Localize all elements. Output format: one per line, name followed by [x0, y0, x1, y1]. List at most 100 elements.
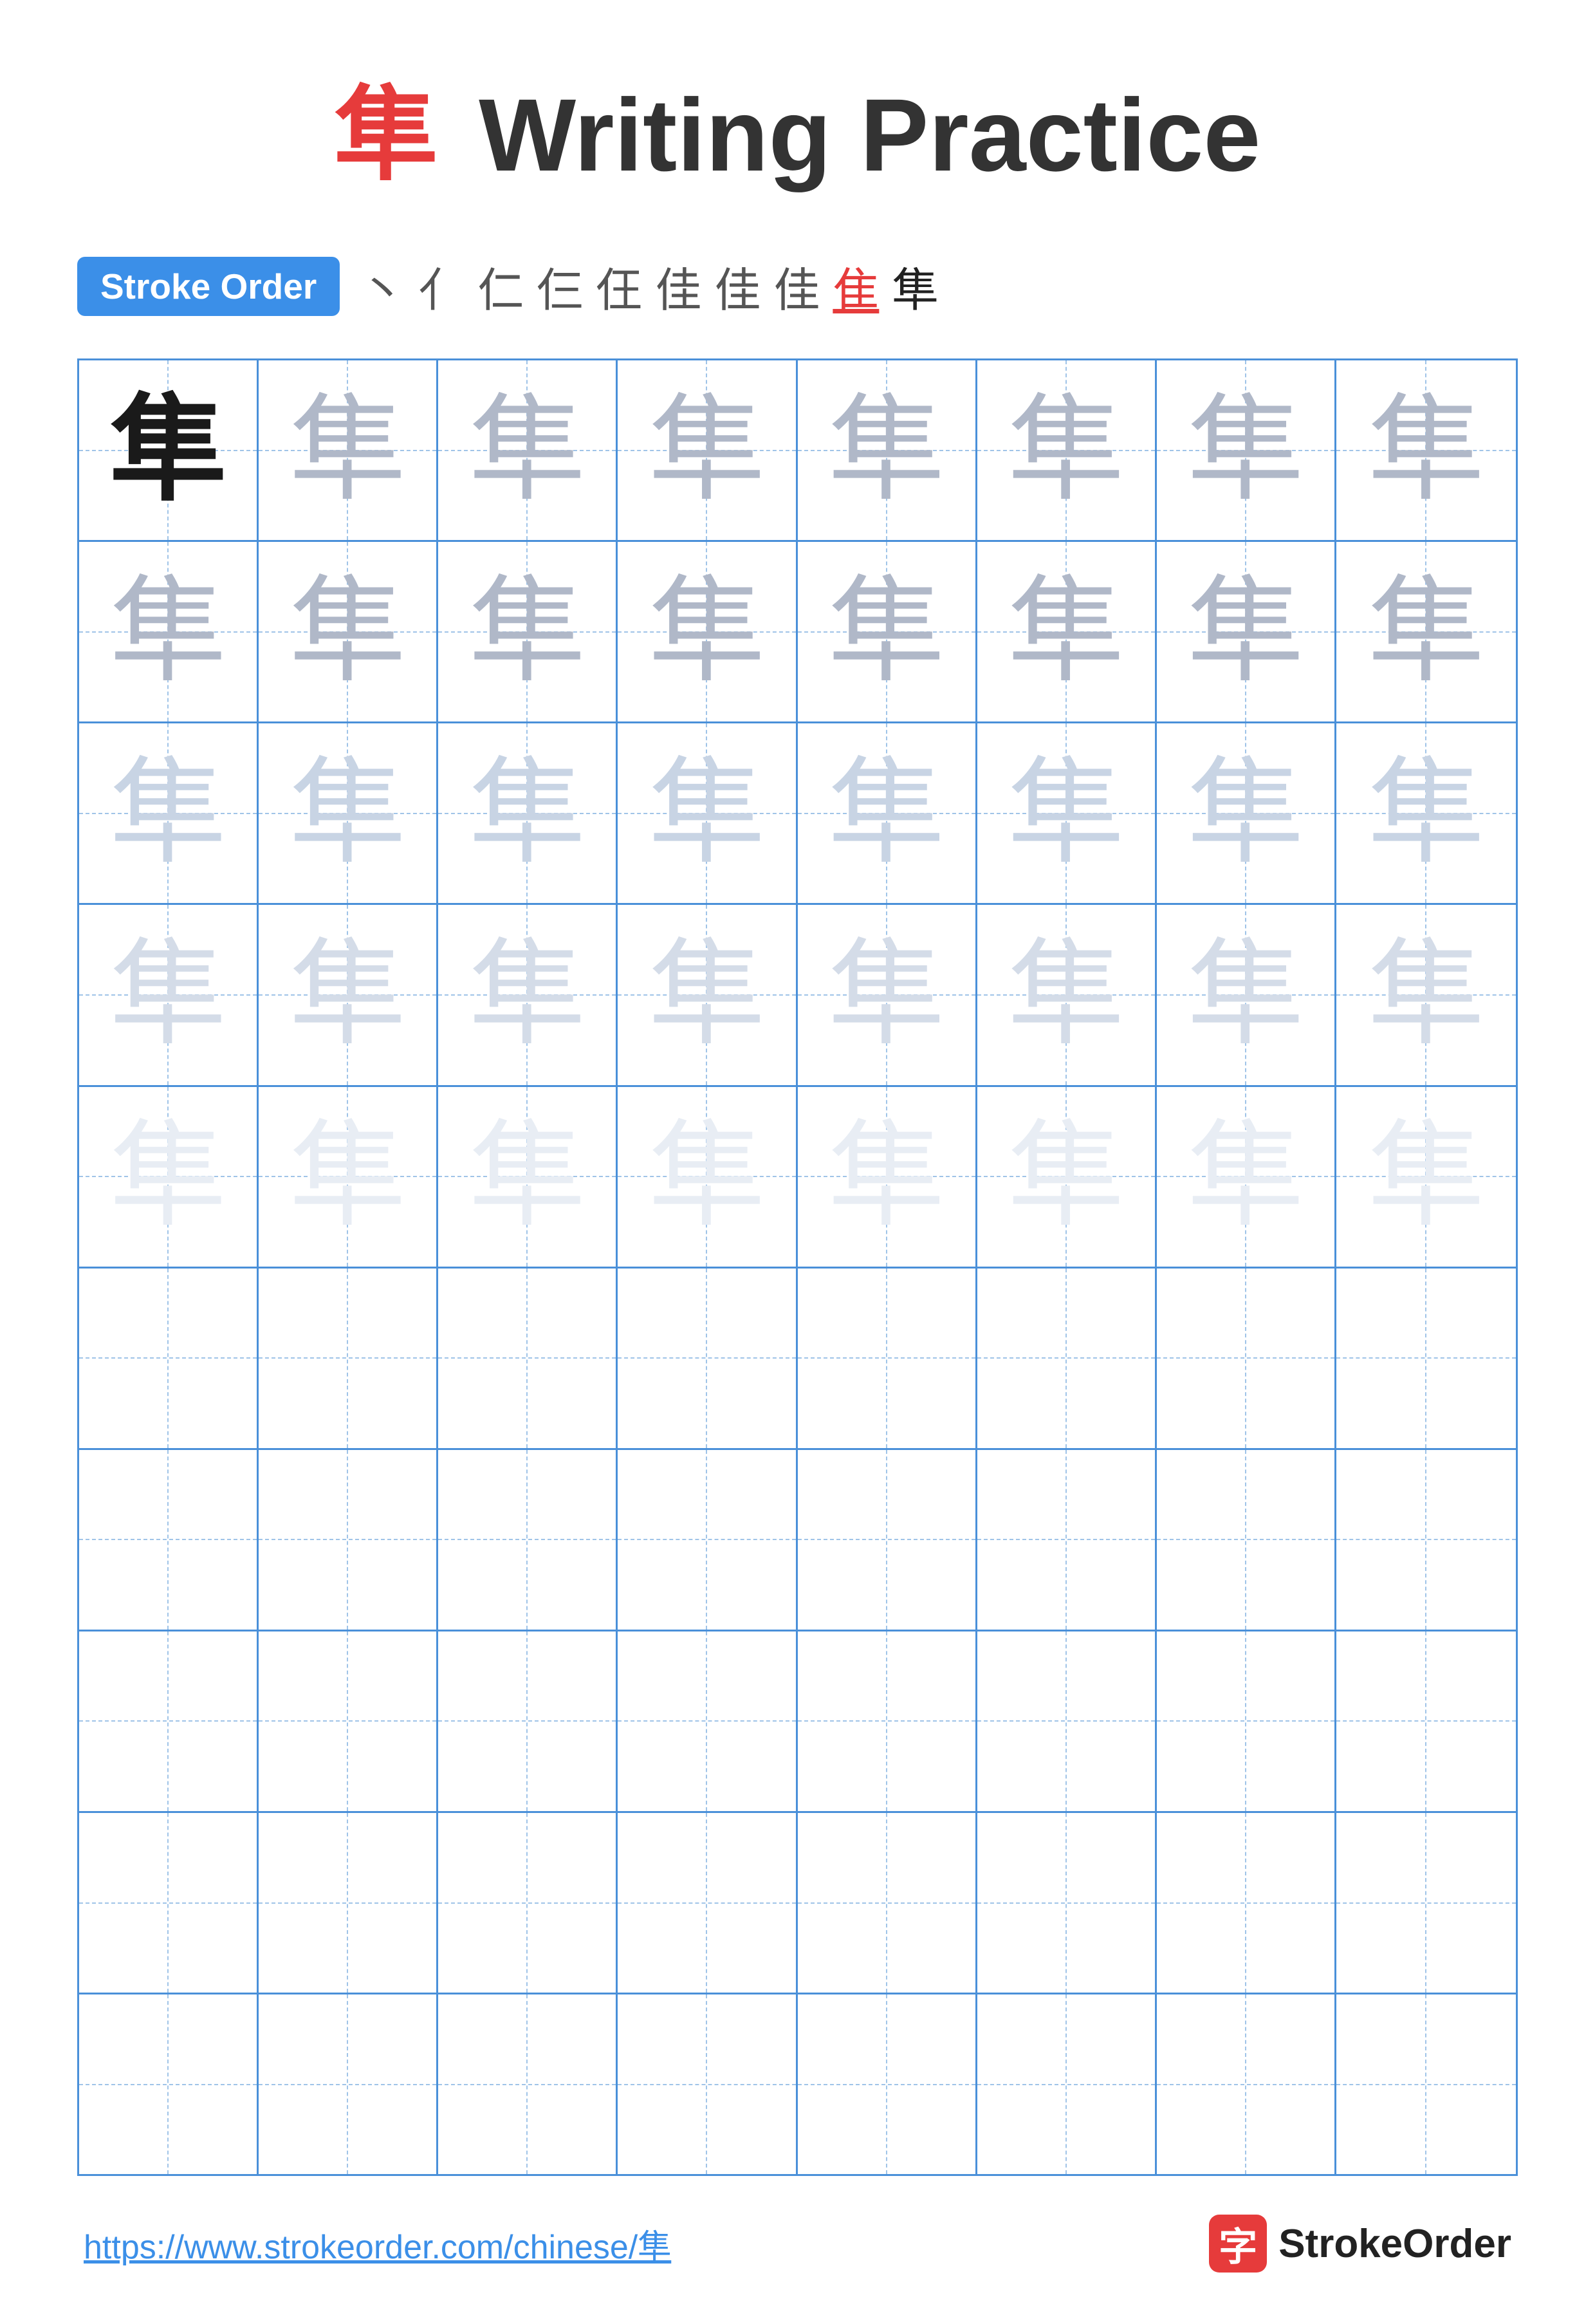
grid-cell-0-6[interactable]: 隼: [1157, 360, 1336, 540]
grid-cell-5-3[interactable]: [618, 1269, 797, 1448]
grid-cell-6-1[interactable]: [259, 1450, 438, 1630]
grid-cell-4-7[interactable]: 隼: [1336, 1087, 1516, 1267]
grid-cell-1-3[interactable]: 隼: [618, 542, 797, 721]
char-medium: 隼: [649, 574, 764, 690]
grid-cell-9-1[interactable]: [259, 1994, 438, 2174]
grid-cell-3-7[interactable]: 隼: [1336, 905, 1516, 1084]
grid-cell-0-3[interactable]: 隼: [618, 360, 797, 540]
grid-cell-0-7[interactable]: 隼: [1336, 360, 1516, 540]
grid-cell-6-2[interactable]: [438, 1450, 618, 1630]
grid-cell-5-6[interactable]: [1157, 1269, 1336, 1448]
grid-cell-8-1[interactable]: [259, 1813, 438, 1993]
char-light: 隼: [1368, 937, 1484, 1053]
char-medium-light: 隼: [1188, 756, 1304, 871]
grid-cell-5-7[interactable]: [1336, 1269, 1516, 1448]
grid-cell-7-3[interactable]: [618, 1631, 797, 1811]
grid-cell-6-6[interactable]: [1157, 1450, 1336, 1630]
grid-cell-1-1[interactable]: 隼: [259, 542, 438, 721]
grid-cell-7-0[interactable]: [79, 1631, 259, 1811]
stroke-6: 佳: [655, 252, 701, 320]
grid-cell-5-1[interactable]: [259, 1269, 438, 1448]
grid-cell-2-1[interactable]: 隼: [259, 723, 438, 903]
stroke-order-row: Stroke Order 丶 亻 仁 仨 仼 佳 佳 佳 隹 隼: [77, 252, 1518, 320]
grid-cell-8-3[interactable]: [618, 1813, 797, 1993]
grid-cell-0-4[interactable]: 隼: [798, 360, 977, 540]
grid-cell-1-4[interactable]: 隼: [798, 542, 977, 721]
grid-cell-1-0[interactable]: 隼: [79, 542, 259, 721]
grid-cell-5-4[interactable]: [798, 1269, 977, 1448]
grid-cell-6-0[interactable]: [79, 1450, 259, 1630]
grid-cell-4-1[interactable]: 隼: [259, 1087, 438, 1267]
grid-cell-2-3[interactable]: 隼: [618, 723, 797, 903]
logo-text: StrokeOrder: [1278, 2221, 1511, 2267]
grid-cell-2-6[interactable]: 隼: [1157, 723, 1336, 903]
grid-cell-4-4[interactable]: 隼: [798, 1087, 977, 1267]
grid-cell-6-5[interactable]: [977, 1450, 1157, 1630]
grid-cell-3-0[interactable]: 隼: [79, 905, 259, 1084]
grid-cell-5-5[interactable]: [977, 1269, 1157, 1448]
stroke-3: 仁: [477, 252, 524, 320]
grid-cell-8-6[interactable]: [1157, 1813, 1336, 1993]
grid-cell-7-6[interactable]: [1157, 1631, 1336, 1811]
stroke-7: 佳: [714, 252, 761, 320]
char-medium-light: 隼: [1008, 756, 1124, 871]
char-vlight: 隼: [1008, 1119, 1124, 1234]
grid-cell-0-2[interactable]: 隼: [438, 360, 618, 540]
grid-cell-2-7[interactable]: 隼: [1336, 723, 1516, 903]
grid-cell-9-7[interactable]: [1336, 1994, 1516, 2174]
grid-cell-2-5[interactable]: 隼: [977, 723, 1157, 903]
grid-cell-4-3[interactable]: 隼: [618, 1087, 797, 1267]
grid-cell-9-0[interactable]: [79, 1994, 259, 2174]
grid-cell-4-6[interactable]: 隼: [1157, 1087, 1336, 1267]
grid-cell-9-5[interactable]: [977, 1994, 1157, 2174]
char-medium: 隼: [1188, 574, 1304, 690]
char-medium: 隼: [1368, 574, 1484, 690]
grid-cell-6-3[interactable]: [618, 1450, 797, 1630]
grid-cell-8-2[interactable]: [438, 1813, 618, 1993]
grid-cell-7-1[interactable]: [259, 1631, 438, 1811]
grid-cell-1-5[interactable]: 隼: [977, 542, 1157, 721]
grid-row-9: [79, 1994, 1516, 2174]
grid-cell-7-2[interactable]: [438, 1631, 618, 1811]
grid-cell-9-2[interactable]: [438, 1994, 618, 2174]
grid-cell-1-7[interactable]: 隼: [1336, 542, 1516, 721]
grid-cell-0-1[interactable]: 隼: [259, 360, 438, 540]
grid-cell-8-7[interactable]: [1336, 1813, 1516, 1993]
grid-cell-5-0[interactable]: [79, 1269, 259, 1448]
grid-cell-7-5[interactable]: [977, 1631, 1157, 1811]
grid-cell-6-4[interactable]: [798, 1450, 977, 1630]
grid-cell-9-4[interactable]: [798, 1994, 977, 2174]
grid-cell-8-5[interactable]: [977, 1813, 1157, 1993]
grid-cell-4-2[interactable]: 隼: [438, 1087, 618, 1267]
char-medium: 隼: [829, 574, 945, 690]
char-medium: 隼: [829, 393, 945, 508]
title-text: Writing Practice: [450, 77, 1261, 192]
grid-cell-3-4[interactable]: 隼: [798, 905, 977, 1084]
grid-cell-2-4[interactable]: 隼: [798, 723, 977, 903]
grid-row-1: 隼 隼 隼 隼 隼 隼 隼 隼: [79, 542, 1516, 723]
grid-cell-7-7[interactable]: [1336, 1631, 1516, 1811]
grid-cell-5-2[interactable]: [438, 1269, 618, 1448]
grid-cell-0-5[interactable]: 隼: [977, 360, 1157, 540]
grid-cell-3-1[interactable]: 隼: [259, 905, 438, 1084]
footer-url[interactable]: https://www.strokeorder.com/chinese/隼: [84, 2220, 671, 2268]
grid-cell-0-0[interactable]: 隼: [79, 360, 259, 540]
grid-cell-2-2[interactable]: 隼: [438, 723, 618, 903]
grid-cell-2-0[interactable]: 隼: [79, 723, 259, 903]
grid-cell-9-3[interactable]: [618, 1994, 797, 2174]
grid-cell-8-0[interactable]: [79, 1813, 259, 1993]
grid-cell-3-5[interactable]: 隼: [977, 905, 1157, 1084]
grid-cell-7-4[interactable]: [798, 1631, 977, 1811]
stroke-5: 仼: [596, 252, 642, 320]
grid-cell-3-3[interactable]: 隼: [618, 905, 797, 1084]
grid-cell-4-0[interactable]: 隼: [79, 1087, 259, 1267]
grid-cell-1-6[interactable]: 隼: [1157, 542, 1336, 721]
char-medium: 隼: [290, 393, 405, 508]
grid-cell-4-5[interactable]: 隼: [977, 1087, 1157, 1267]
grid-cell-1-2[interactable]: 隼: [438, 542, 618, 721]
grid-cell-9-6[interactable]: [1157, 1994, 1336, 2174]
grid-cell-3-6[interactable]: 隼: [1157, 905, 1336, 1084]
grid-cell-3-2[interactable]: 隼: [438, 905, 618, 1084]
grid-cell-6-7[interactable]: [1336, 1450, 1516, 1630]
grid-cell-8-4[interactable]: [798, 1813, 977, 1993]
